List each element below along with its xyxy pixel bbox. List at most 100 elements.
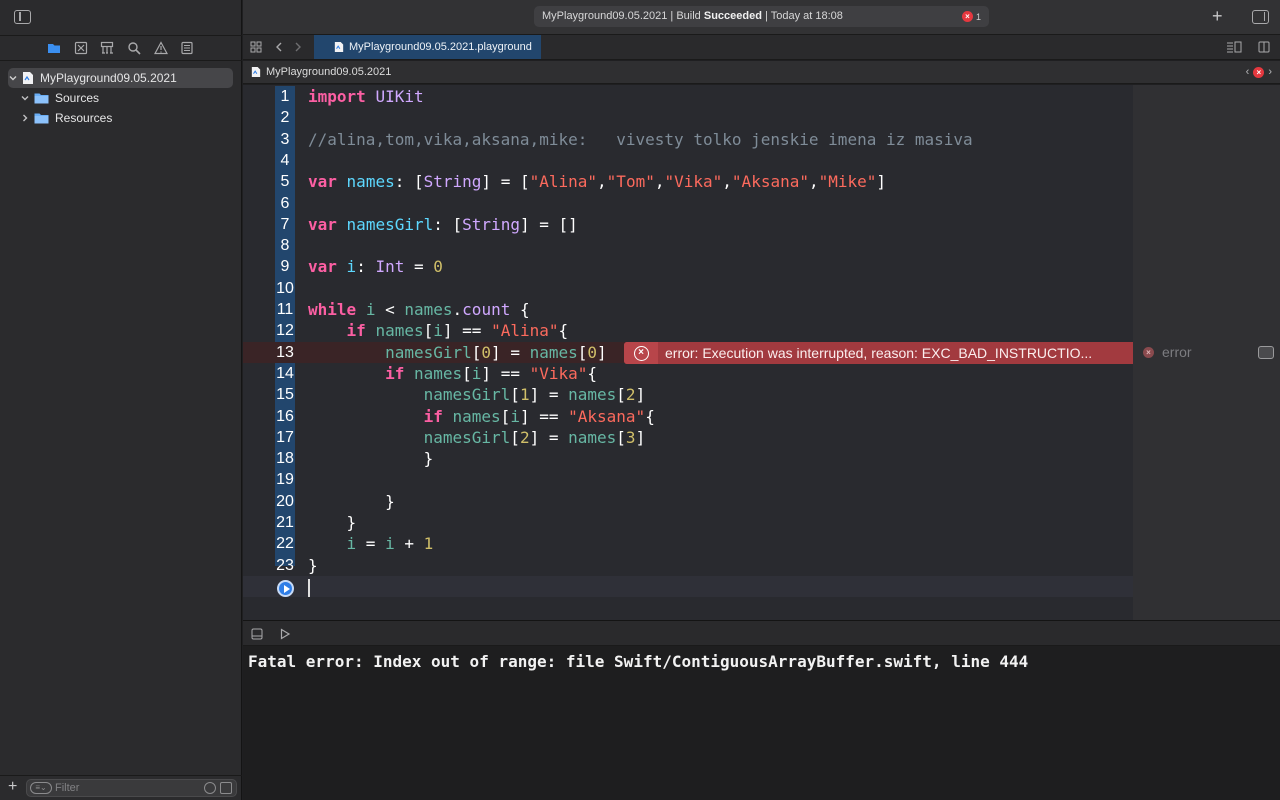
text-cursor [308,579,310,597]
line-result[interactable]: × error [1143,344,1192,360]
back-chevron-icon[interactable] [273,41,285,53]
code-line[interactable]: 20 } [243,491,1133,512]
activity-viewer[interactable]: MyPlayground09.05.2021 | Build Succeeded… [534,6,989,27]
line-number[interactable]: 17 [275,427,295,448]
line-number[interactable]: 9 [275,256,295,277]
code-line[interactable]: 21 } [243,512,1133,533]
line-number[interactable]: 2 [275,107,295,128]
line-number[interactable]: 3 [275,129,295,150]
library-add-button[interactable]: + [1212,7,1223,25]
code-line[interactable]: 19 [243,469,1133,490]
breadcrumb[interactable]: MyPlayground09.05.2021 [251,66,391,78]
line-number[interactable]: 13 [275,342,295,363]
folder-icon [34,113,49,124]
code-line[interactable]: 4 [243,150,1133,171]
code-line[interactable]: 2 [243,107,1133,128]
line-number[interactable]: 15 [275,384,295,405]
code-line[interactable]: 16 if names[i] == "Aksana"{ [243,406,1133,427]
code-line[interactable]: 14 if names[i] == "Vika"{ [243,363,1133,384]
filter-field[interactable]: ≡⌄ [26,779,237,797]
code-line[interactable]: 11 while i < names.count { [243,299,1133,320]
source-editor[interactable]: 1 import UIKit 2 3 //alina,tom,vika,aksana,m… [243,85,1133,620]
code-line[interactable]: 10 [243,278,1133,299]
code-line[interactable]: 12 if names[i] == "Alina"{ [243,320,1133,341]
previous-issue-icon[interactable]: ‹ [1246,66,1250,78]
code-line[interactable]: 3 //alina,tom,vika,aksana,mike: vivesty t… [243,129,1133,150]
issue-navigator-icon[interactable] [154,41,168,55]
line-number[interactable]: 7 [275,214,295,235]
source-control-navigator-icon[interactable] [74,41,88,55]
sidebar-top-area [0,0,242,35]
symbol-navigator-icon[interactable] [100,41,114,55]
forward-chevron-icon[interactable] [292,41,304,53]
code-line[interactable]: 9 var i: Int = 0 [243,256,1133,277]
line-number[interactable]: 22 [275,533,295,554]
code-line[interactable]: 7 var namesGirl: [String] = [] [243,214,1133,235]
editor-options-icon[interactable] [1226,41,1242,53]
line-number[interactable]: 20 [275,491,295,512]
code-text: import UIKit [308,87,424,106]
run-playground-button[interactable] [275,579,295,597]
line-number[interactable]: 14 [275,363,295,384]
code-text: //alina,tom,vika,aksana,mike: vivesty to… [308,129,973,149]
play-icon [276,579,294,597]
line-number[interactable]: 5 [275,171,295,192]
hide-debug-area-icon[interactable] [251,628,263,640]
project-navigator-icon[interactable] [47,41,61,55]
tree-item-resources[interactable]: Resources [20,108,233,128]
line-number[interactable]: 8 [275,235,295,256]
code-line[interactable]: 22 i = i + 1 [243,533,1133,554]
add-file-button[interactable]: + [8,779,17,795]
code-text: if names[i] == "Alina"{ [346,321,569,341]
line-number[interactable]: 21 [275,512,295,533]
chevron-down-icon[interactable] [8,73,18,83]
error-annotation[interactable]: × error: Execution was interrupted, reas… [624,342,1133,364]
chevron-right-icon[interactable] [20,113,30,123]
next-issue-icon[interactable]: › [1268,66,1272,78]
recent-files-icon[interactable] [204,782,216,794]
related-items-grid-icon[interactable] [250,41,262,53]
line-number[interactable]: 11 [275,299,295,320]
error-icon[interactable]: × [1253,66,1265,78]
scm-filter-icon[interactable] [220,782,232,794]
line-number[interactable]: 10 [275,278,295,299]
code-line[interactable]: 18 } [243,448,1133,469]
code-line[interactable]: 15 namesGirl[1] = names[2] [243,384,1133,405]
tree-item-label: Sources [55,91,100,105]
hide-navigator-icon[interactable] [14,10,31,24]
error-message: error: Execution was interrupted, reason… [665,345,1093,361]
run-icon[interactable] [279,628,291,640]
editor-tab-bar: MyPlayground09.05.2021.playground [243,35,1280,60]
line-number[interactable]: 4 [275,150,295,171]
line-number[interactable]: 19 [275,469,295,490]
find-navigator-icon[interactable] [127,41,141,55]
code-line[interactable]: 23} [243,555,1133,576]
code-line[interactable]: 1 import UIKit [243,86,1133,107]
tree-item-sources[interactable]: Sources [20,88,233,108]
filter-icon[interactable]: ≡⌄ [30,782,52,794]
code-text: var names: [String] = ["Alina","Tom","Vi… [308,172,887,192]
code-line[interactable]: 8 [243,235,1133,256]
chevron-down-icon[interactable] [20,93,30,103]
current-line[interactable] [243,575,1133,598]
line-number[interactable]: 12 [275,320,295,341]
split-editor-icon[interactable] [1258,41,1270,53]
build-error-indicator[interactable]: × 1 [962,11,981,22]
line-number[interactable]: 1 [275,86,295,107]
inspector-toggle-icon[interactable] [1252,10,1269,24]
code-line[interactable]: 5 var names: [String] = ["Alina","Tom","V… [243,171,1133,192]
tree-item-playground[interactable]: MyPlayground09.05.2021 [8,68,233,88]
console-area[interactable]: Fatal error: Index out of range: file Sw… [243,646,1280,800]
filter-input[interactable] [55,781,195,795]
line-number[interactable]: 23 [275,555,295,576]
code-line[interactable]: 17 namesGirl[2] = names[3] [243,427,1133,448]
line-number[interactable]: 6 [275,193,295,214]
tree-item-label: Resources [55,111,113,125]
show-result-icon[interactable] [1258,346,1274,359]
code-text: namesGirl[0] = names[0] [385,342,607,362]
report-navigator-icon[interactable] [180,41,194,55]
line-number[interactable]: 18 [275,448,295,469]
code-line[interactable]: 6 [243,193,1133,214]
line-number[interactable]: 16 [275,406,295,427]
tab-playground[interactable]: MyPlayground09.05.2021.playground [314,35,541,59]
